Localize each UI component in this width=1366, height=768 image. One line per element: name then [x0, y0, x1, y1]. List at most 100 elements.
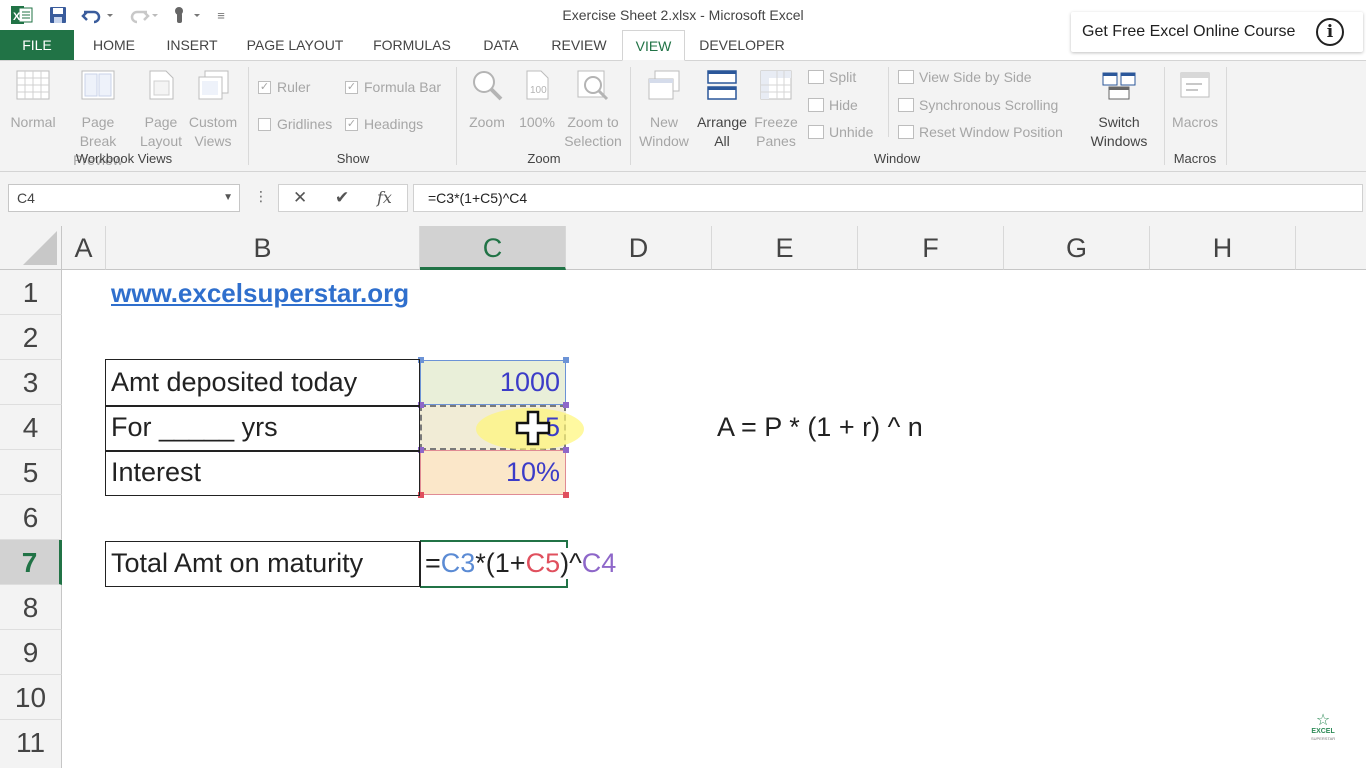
column-header-g[interactable]: G: [1004, 226, 1150, 270]
select-all-button[interactable]: [0, 226, 62, 270]
ref-handle[interactable]: [563, 402, 569, 408]
view-side-by-side-button[interactable]: View Side by Side: [898, 69, 1032, 85]
page-layout-view-button[interactable]: Page Layout: [136, 69, 186, 151]
normal-view-button[interactable]: Normal: [6, 69, 60, 132]
arrange-all-icon: [707, 70, 737, 100]
gridlines-label: Gridlines: [277, 116, 333, 132]
zoom-button[interactable]: Zoom: [464, 69, 510, 132]
cell-c5[interactable]: 10%: [420, 457, 560, 488]
logo-line-1: EXCEL: [1311, 728, 1335, 735]
formula-bar: C4 ▼ ⋮ ✕ ✔ fx =C3*(1+C5)^C4: [0, 172, 1366, 226]
unhide-button[interactable]: Unhide: [808, 124, 873, 140]
move-cursor-icon: [515, 410, 551, 446]
table-divider: [105, 405, 420, 407]
row-header-7[interactable]: 7: [0, 540, 62, 585]
tab-review[interactable]: REVIEW: [544, 30, 614, 60]
column-header-d[interactable]: D: [566, 226, 712, 270]
row-header-5[interactable]: 5: [0, 450, 62, 495]
tab-home[interactable]: HOME: [84, 30, 144, 60]
formula-token-c4: C4: [581, 548, 617, 578]
cell-c3[interactable]: 1000: [420, 367, 560, 398]
tab-page-layout[interactable]: PAGE LAYOUT: [242, 30, 348, 60]
insert-function-icon[interactable]: fx: [377, 188, 392, 207]
gridlines-checkbox[interactable]: Gridlines: [258, 116, 332, 132]
ruler-checkbox[interactable]: ✓ Ruler: [258, 79, 310, 95]
switch-windows-label-1: Switch: [1098, 114, 1140, 130]
cell-e4[interactable]: A = P * (1 + r) ^ n: [717, 412, 923, 443]
reset-window-position-button[interactable]: Reset Window Position: [898, 124, 1063, 140]
row-header-10[interactable]: 10: [0, 675, 62, 720]
promo-banner[interactable]: Get Free Excel Online Course i: [1071, 12, 1363, 52]
ref-handle[interactable]: [563, 447, 569, 453]
switch-windows-button[interactable]: Switch Windows: [1080, 69, 1158, 151]
column-header-c[interactable]: C: [420, 226, 566, 270]
split-button[interactable]: Split: [808, 69, 856, 85]
formula-input[interactable]: =C3*(1+C5)^C4: [413, 184, 1363, 212]
excel-superstar-logo: ☆ EXCEL SUPERSTAR: [1311, 713, 1335, 742]
macros-button[interactable]: Macros: [1168, 69, 1222, 132]
cancel-icon[interactable]: ✕: [293, 188, 307, 208]
row-header-2[interactable]: 2: [0, 315, 62, 360]
switch-windows-icon: [1102, 72, 1136, 100]
info-icon[interactable]: i: [1316, 18, 1344, 46]
ribbon-separator: [630, 67, 631, 165]
new-window-icon: [648, 70, 680, 100]
cell-b1-link[interactable]: www.excelsuperstar.org: [111, 278, 409, 309]
ref-handle[interactable]: [563, 492, 569, 498]
row-header-4[interactable]: 4: [0, 405, 62, 450]
headings-checkbox[interactable]: ✓ Headings: [345, 116, 423, 132]
row-header-1[interactable]: 1: [0, 270, 62, 315]
cell-b5[interactable]: Interest: [111, 457, 201, 488]
hide-label: Hide: [829, 97, 858, 113]
row-header-6[interactable]: 6: [0, 495, 62, 540]
more-icon[interactable]: ⋮: [254, 188, 268, 205]
cell-b3[interactable]: Amt deposited today: [111, 367, 357, 398]
arrange-all-button[interactable]: Arrange All: [694, 69, 750, 151]
cell-b7[interactable]: Total Amt on maturity: [111, 548, 363, 579]
cell-c7-editing[interactable]: =C3*(1+C5)^C4: [425, 548, 621, 579]
tab-formulas[interactable]: FORMULAS: [366, 30, 458, 60]
svg-text:100: 100: [530, 85, 547, 96]
formula-token-equals: =: [425, 548, 441, 578]
zoom-to-selection-button[interactable]: Zoom to Selection: [562, 69, 624, 151]
headings-check-icon: ✓: [345, 117, 358, 131]
name-box[interactable]: C4 ▼: [8, 184, 240, 212]
new-window-button[interactable]: New Window: [636, 69, 692, 151]
column-header-b[interactable]: B: [106, 226, 420, 270]
arrange-all-label-1: Arrange: [697, 114, 747, 130]
chevron-down-icon[interactable]: ▼: [223, 185, 233, 211]
cell-b4[interactable]: For _____ yrs: [111, 412, 278, 443]
tab-insert[interactable]: INSERT: [160, 30, 224, 60]
tab-file[interactable]: FILE: [0, 30, 74, 60]
column-header-h[interactable]: H: [1150, 226, 1296, 270]
ribbon-separator: [1164, 67, 1165, 165]
column-header-f[interactable]: F: [858, 226, 1004, 270]
enter-icon[interactable]: ✔: [335, 188, 349, 208]
reset-window-position-icon: [898, 125, 914, 139]
hide-button[interactable]: Hide: [808, 97, 858, 113]
column-header-a[interactable]: A: [62, 226, 106, 270]
row-header-3[interactable]: 3: [0, 360, 62, 405]
gridlines-check-icon: [258, 117, 271, 131]
zoom-100-button[interactable]: 100 100%: [514, 69, 560, 132]
row-header-9[interactable]: 9: [0, 630, 62, 675]
row-header-8[interactable]: 8: [0, 585, 62, 630]
ref-handle[interactable]: [563, 357, 569, 363]
synchronous-scrolling-button[interactable]: Synchronous Scrolling: [898, 97, 1058, 113]
tab-data[interactable]: DATA: [474, 30, 528, 60]
formula-bar-checkbox[interactable]: ✓ Formula Bar: [345, 79, 441, 95]
custom-views-button[interactable]: Custom Views: [186, 69, 240, 151]
column-header-e[interactable]: E: [712, 226, 858, 270]
freeze-panes-button[interactable]: Freeze Panes: [750, 69, 802, 151]
freeze-panes-label-1: Freeze: [754, 114, 798, 130]
tab-developer[interactable]: DEVELOPER: [696, 30, 788, 60]
ruler-label: Ruler: [277, 79, 311, 95]
tab-view[interactable]: VIEW: [622, 30, 685, 61]
row-header-11[interactable]: 11: [0, 720, 62, 768]
column-header-i[interactable]: [1296, 226, 1366, 270]
freeze-panes-icon: [760, 70, 792, 100]
view-side-by-side-icon: [898, 70, 914, 84]
ribbon-separator: [456, 67, 457, 165]
ribbon: Normal Page Break Preview Page Layout Cu…: [0, 60, 1366, 172]
custom-views-icon: [198, 70, 229, 100]
